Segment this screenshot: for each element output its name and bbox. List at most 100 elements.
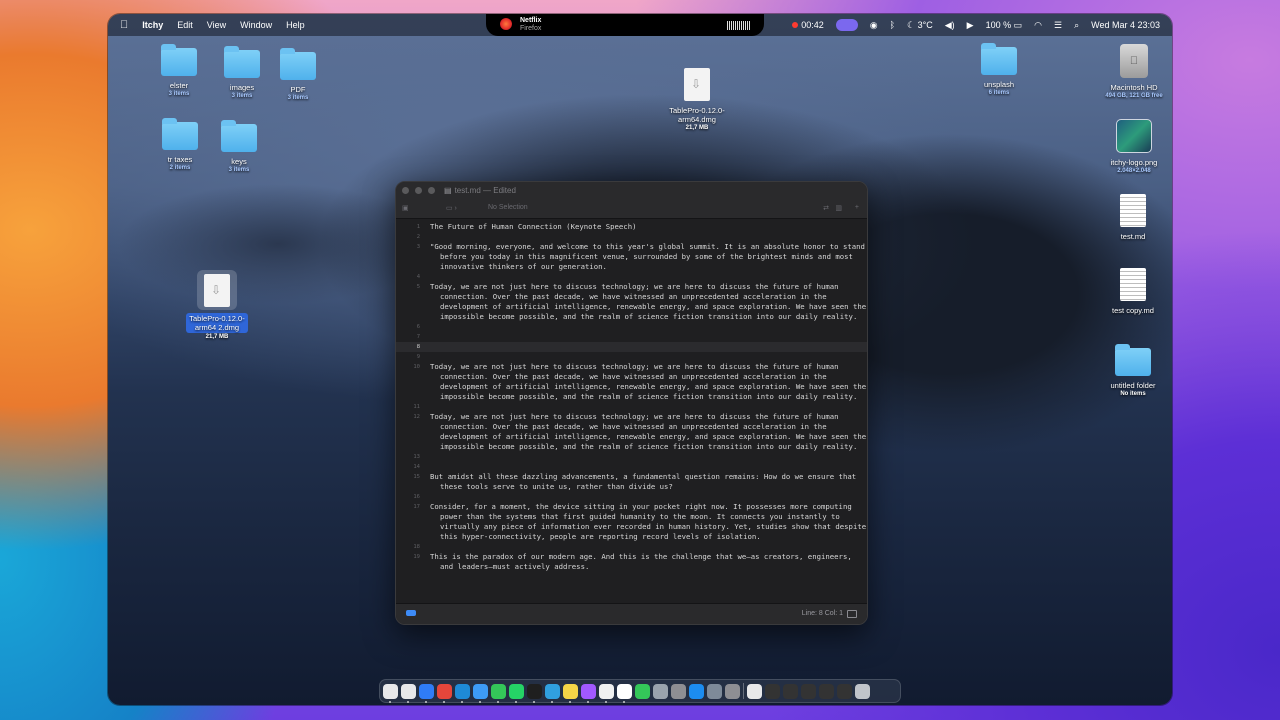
dock-app-icon[interactable] (455, 683, 470, 703)
dock-app-icon[interactable] (419, 683, 434, 703)
file-itchy-logo[interactable]: itchy-logo.png 2.048×2.048 (1096, 119, 1172, 175)
menu-view[interactable]: View (207, 20, 226, 30)
file-test-copy-md[interactable]: test copy.md (1096, 268, 1170, 315)
dock-app-icon[interactable] (509, 683, 524, 703)
dock-app-icon[interactable] (581, 683, 596, 703)
editor-line[interactable]: 19 This is the paradox of our modern age.… (396, 552, 867, 572)
dock-app-icon[interactable] (725, 683, 740, 699)
line-number: 10 (413, 364, 420, 370)
breadcrumb-file-icon[interactable]: ▭ › (446, 204, 457, 212)
dock-app-icon[interactable] (671, 683, 686, 699)
battery-icon: ▭ (1013, 19, 1023, 30)
dock-app-icon[interactable] (707, 683, 722, 699)
menu-help[interactable]: Help (286, 20, 305, 30)
search-icon[interactable]: ⌕ (1074, 20, 1079, 31)
editor-line[interactable]: 3 "Good morning, everyone, and welcome to… (396, 242, 867, 272)
file-dmg-selected[interactable]: TablePro-0.12.0- arm64 2.dmg 21,7 MB (179, 270, 255, 341)
menu-app-name[interactable]: Itchy (142, 20, 163, 30)
line-text (430, 322, 867, 332)
dock-app-icon[interactable] (819, 683, 834, 699)
editor-line[interactable]: 18 (396, 542, 867, 552)
dock-app-icon[interactable] (527, 683, 542, 703)
dock-app-icon[interactable] (473, 683, 488, 703)
text-editor[interactable]: 1 The Future of Human Connection (Keynote… (396, 219, 867, 604)
editor-line[interactable]: 15 But amidst all these dazzling advancem… (396, 472, 867, 492)
control-center-icon[interactable]: ☰ (1054, 20, 1062, 31)
line-text (430, 332, 867, 342)
file-dmg-top[interactable]: TablePro-0.12.0-arm64.dmg 21,7 MB (661, 68, 733, 132)
now-playing-island[interactable]: Netflix Firefox (486, 14, 764, 36)
editor-window[interactable]: ▤ test.md — Edited ▣ ▭ › No Selection ⇄ ▥… (395, 181, 868, 625)
editor-line[interactable]: 12 Today, we are not just here to discuss… (396, 412, 867, 452)
sidebar-toggle-icon[interactable]: ▣ (402, 204, 409, 212)
menu-window[interactable]: Window (240, 20, 272, 30)
file-test-md[interactable]: test.md (1096, 194, 1170, 241)
focus-icon[interactable]: ◉ (870, 20, 878, 31)
split-view-icon[interactable]: ▥ (835, 204, 842, 212)
dock-app-icon[interactable] (563, 683, 578, 703)
close-button[interactable] (402, 187, 409, 194)
editor-line[interactable]: 17 Consider, for a moment, the device sit… (396, 502, 867, 542)
drive-macintosh-hd[interactable]:  Macintosh HD 494 GB, 121 GB free (1092, 44, 1172, 100)
panel-toggle-icon[interactable] (847, 610, 857, 618)
apple-menu-icon[interactable]:  (120, 19, 128, 31)
weather[interactable]: ☾ 3°C (907, 20, 933, 31)
menu-edit[interactable]: Edit (177, 20, 193, 30)
dock-app-icon[interactable] (765, 683, 780, 699)
play-icon[interactable]: ▶ (967, 20, 974, 31)
editor-line[interactable]: 1 The Future of Human Connection (Keynote… (396, 222, 867, 232)
cursor-position: Line: 8 Col: 1 (801, 610, 843, 617)
folder-icon (161, 44, 197, 76)
dock-app-icon[interactable] (653, 683, 668, 699)
editor-line[interactable]: 11 (396, 402, 867, 412)
editor-line[interactable]: 6 (396, 322, 867, 332)
dock-app-icon[interactable] (617, 683, 632, 703)
menu-datetime[interactable]: Wed Mar 4 23:03 (1091, 20, 1160, 30)
dock-app-icon[interactable] (783, 683, 798, 699)
folder-unsplash[interactable]: unsplash 6 items (962, 43, 1036, 97)
dock-app-icon[interactable] (545, 683, 560, 703)
dock-app-icon[interactable] (689, 683, 704, 699)
bluetooth-icon[interactable]: ᛒ (890, 20, 895, 30)
folder-name: keys (231, 157, 247, 166)
editor-line[interactable]: 16 (396, 492, 867, 502)
add-tab-icon[interactable]: + (855, 204, 859, 211)
dock-app-icon[interactable] (401, 683, 416, 703)
folder-keys[interactable]: keys 3 items (202, 120, 276, 174)
dock-app-icon[interactable] (635, 683, 650, 699)
recording-indicator[interactable]: 00:42 (792, 20, 824, 30)
dock-app-icon[interactable] (491, 683, 506, 703)
folder-icon (224, 46, 260, 78)
editor-toolbar: ▣ ▭ › No Selection ⇄ ▥ + (396, 200, 867, 219)
dock-app-icon[interactable] (599, 683, 614, 703)
editor-line[interactable]: 4 (396, 272, 867, 282)
dock-app-icon[interactable] (855, 683, 870, 699)
language-badge-icon[interactable] (406, 610, 416, 616)
folder-untitled[interactable]: untitled folder No items (1096, 344, 1170, 398)
folder-pdf[interactable]: PDF 3 items (261, 48, 335, 102)
editor-line[interactable]: 13 (396, 452, 867, 462)
editor-line[interactable]: 7 (396, 332, 867, 342)
editor-line[interactable]: 9 (396, 352, 867, 362)
dock-app-icon[interactable] (801, 683, 816, 699)
screen-share-icon[interactable] (835, 19, 858, 31)
editor-line[interactable]: 2 (396, 232, 867, 242)
dock-app-icon[interactable] (383, 683, 398, 703)
minimize-button[interactable] (415, 187, 422, 194)
swap-icon[interactable]: ⇄ (823, 204, 829, 212)
editor-line[interactable]: 10 Today, we are not just here to discuss… (396, 362, 867, 402)
battery[interactable]: 100 % ▭ (986, 20, 1023, 31)
running-indicator (533, 700, 535, 703)
dock-app-icon[interactable] (747, 683, 762, 699)
editor-line[interactable]: 14 (396, 462, 867, 472)
zoom-button[interactable] (428, 187, 435, 194)
folder-icon (981, 43, 1017, 75)
editor-line[interactable]: 5 Today, we are not just here to discuss … (396, 282, 867, 322)
editor-line[interactable]: 8 (396, 342, 867, 352)
dock-app-icon[interactable] (437, 683, 452, 703)
text-document-icon (1120, 268, 1146, 301)
wifi-icon[interactable]: ◠ (1034, 20, 1042, 31)
volume-icon[interactable]: ◀) (945, 20, 955, 31)
dock-app-icon[interactable] (837, 683, 852, 699)
title-bar[interactable]: ▤ test.md — Edited (396, 182, 867, 200)
